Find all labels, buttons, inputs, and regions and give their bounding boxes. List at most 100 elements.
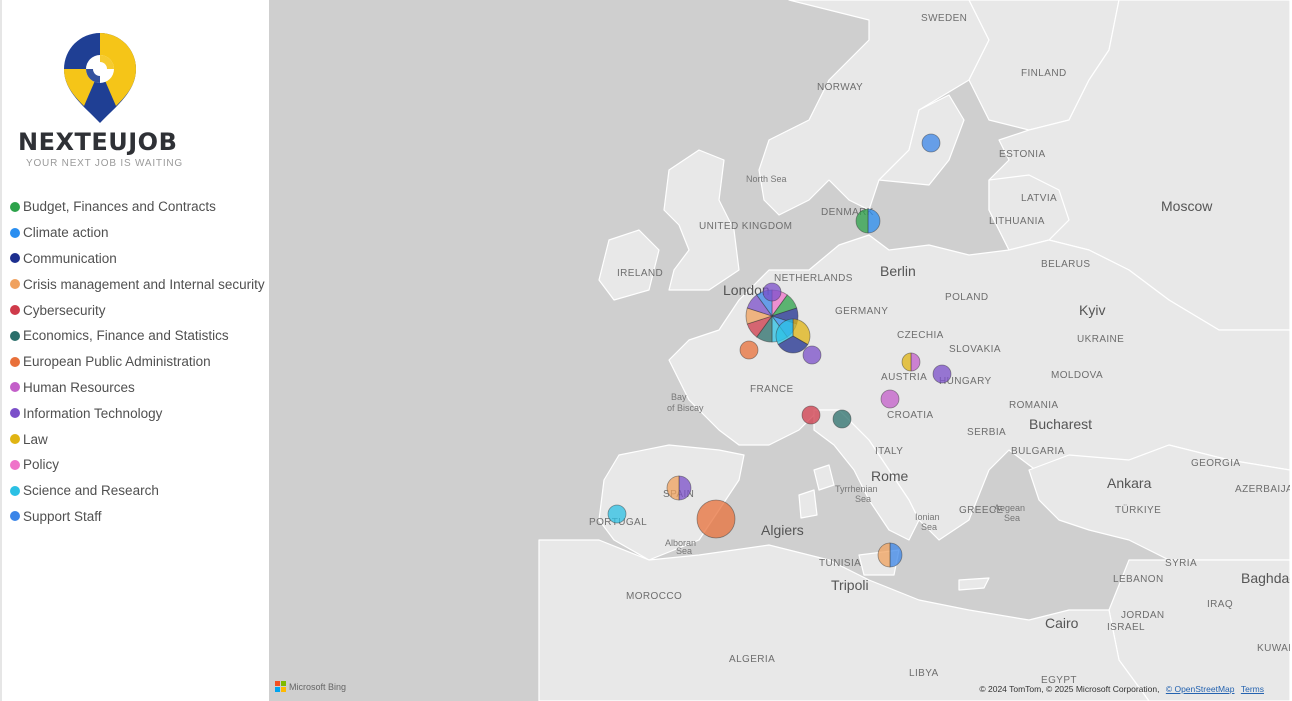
legend-dot-icon: [10, 356, 20, 367]
legend-item[interactable]: Cybersecurity: [10, 297, 265, 323]
marker-turin[interactable]: [801, 405, 821, 425]
legend-item[interactable]: Policy: [10, 452, 265, 478]
map-label-algiers: Algiers: [761, 522, 804, 538]
marker-ljubljana[interactable]: [880, 389, 900, 409]
legend-item[interactable]: Law: [10, 426, 265, 452]
legend-dot-icon: [10, 227, 20, 238]
legend-label: Budget, Finances and Contracts: [23, 199, 216, 215]
map-label-libya: LIBYA: [909, 668, 939, 679]
map-label-france: FRANCE: [750, 384, 794, 395]
marker-slice[interactable]: [607, 504, 627, 524]
marker-vienna[interactable]: [901, 352, 921, 372]
brand-tagline: YOUR NEXT JOB IS WAITING: [26, 158, 183, 169]
brand-name: NEXTEUJOB: [18, 128, 178, 156]
map-label-azerbaijan: AZERBAIJAN: [1235, 484, 1290, 495]
marker-amsterdam[interactable]: [762, 282, 782, 302]
marker-slice[interactable]: [921, 133, 941, 153]
legend-dot-icon: [10, 382, 20, 393]
legend-label: Communication: [23, 250, 117, 266]
marker-stockholm[interactable]: [921, 133, 941, 153]
marker-slice[interactable]: [801, 405, 821, 425]
map-label-morocco: MOROCCO: [626, 591, 682, 602]
map-label-norway: NORWAY: [817, 82, 863, 93]
map-label-biscay: of Biscay: [667, 403, 704, 413]
legend-item[interactable]: Climate action: [10, 220, 265, 246]
map-label-aegean2: Sea: [1004, 513, 1020, 523]
legend-item[interactable]: Economics, Finance and Statistics: [10, 323, 265, 349]
legend-label: Science and Research: [23, 483, 159, 499]
map-label-ireland: IRELAND: [617, 268, 663, 279]
legend-label: Support Staff: [23, 508, 102, 524]
map-label-israel: ISRAEL: [1107, 622, 1145, 633]
map-label-north-sea: North Sea: [746, 174, 787, 184]
map-label-croatia: CROATIA: [887, 410, 934, 421]
map-label-algeria: ALGERIA: [729, 654, 775, 665]
map-label-czechia: CZECHIA: [897, 330, 944, 341]
marker-luxembourg[interactable]: [775, 318, 811, 354]
map-view[interactable]: SWEDEN FINLAND NORWAY ESTONIA LATVIA LITHUANI…: [269, 0, 1290, 701]
map-canvas[interactable]: SWEDEN FINLAND NORWAY ESTONIA LATVIA LITHUANI…: [269, 0, 1290, 701]
map-label-netherlands: NETHERLANDS: [774, 273, 853, 284]
map-label-ankara: Ankara: [1107, 475, 1152, 491]
legend-dot-icon: [10, 408, 20, 419]
terms-link[interactable]: Terms: [1241, 684, 1264, 694]
map-label-rome: Rome: [871, 468, 909, 484]
map-label-tunisia: TUNISIA: [819, 558, 861, 569]
legend-item[interactable]: Communication: [10, 246, 265, 272]
map-label-alboran2: Sea: [676, 546, 692, 556]
legend-item[interactable]: Information Technology: [10, 400, 265, 426]
legend-dot-icon: [10, 485, 20, 496]
map-label-tyrrhenian: Tyrrhenian: [835, 484, 878, 494]
legend-item[interactable]: Budget, Finances and Contracts: [10, 194, 265, 220]
map-label-austria: AUSTRIA: [881, 372, 927, 383]
map-label-bay: Bay: [671, 392, 687, 402]
map-label-moscow: Moscow: [1161, 198, 1213, 214]
marker-slice[interactable]: [802, 345, 822, 365]
marker-slice[interactable]: [867, 208, 881, 234]
map-label-turkiye: TÜRKIYE: [1115, 504, 1161, 516]
legend-dot-icon: [10, 434, 20, 445]
marker-slice[interactable]: [880, 389, 900, 409]
legend-dot-icon: [10, 305, 20, 316]
marker-copenhagen[interactable]: [855, 208, 881, 234]
legend-dot-icon: [10, 279, 20, 290]
map-label-latvia: LATVIA: [1021, 193, 1057, 204]
openstreetmap-link[interactable]: © OpenStreetMap: [1166, 684, 1235, 694]
marker-slice[interactable]: [739, 340, 759, 360]
legend-item[interactable]: Support Staff: [10, 504, 265, 530]
category-legend: Budget, Finances and Contracts Climate ac…: [10, 194, 265, 529]
legend-dot-icon: [10, 511, 20, 522]
legend-dot-icon: [10, 330, 20, 341]
marker-budapest[interactable]: [932, 364, 952, 384]
marker-lisbon[interactable]: [607, 504, 627, 524]
map-label-ionian: Ionian: [915, 512, 940, 522]
marker-slice[interactable]: [762, 282, 782, 302]
marker-malta[interactable]: [877, 542, 903, 568]
bing-label: Microsoft Bing: [289, 681, 347, 692]
legend-label: Climate action: [23, 225, 109, 241]
map-label-tyrrhenian2: Sea: [855, 494, 871, 504]
legend-item[interactable]: Human Resources: [10, 375, 265, 401]
marker-strasbourg[interactable]: [802, 345, 822, 365]
map-label-tripoli: Tripoli: [831, 577, 869, 593]
marker-slice[interactable]: [696, 499, 736, 539]
legend-label: Economics, Finance and Statistics: [23, 328, 229, 344]
marker-slice[interactable]: [832, 409, 852, 429]
map-label-serbia: SERBIA: [967, 427, 1006, 438]
legend-label: Crisis management and Internal security: [23, 276, 265, 292]
marker-alicante[interactable]: [696, 499, 736, 539]
bing-attribution: Microsoft Bing: [275, 681, 346, 692]
legend-item[interactable]: Crisis management and Internal security: [10, 271, 265, 297]
marker-paris[interactable]: [739, 340, 759, 360]
legend-label: European Public Administration: [23, 354, 211, 370]
legend-item[interactable]: Science and Research: [10, 478, 265, 504]
map-label-sweden: SWEDEN: [921, 13, 967, 24]
marker-slice[interactable]: [889, 542, 903, 568]
marker-parma[interactable]: [832, 409, 852, 429]
marker-madrid[interactable]: [666, 475, 692, 501]
map-label-uk: UNITED KINGDOM: [699, 221, 792, 232]
legend-label: Law: [23, 431, 48, 447]
map-label-lebanon: LEBANON: [1113, 574, 1164, 585]
legend-item[interactable]: European Public Administration: [10, 349, 265, 375]
marker-slice[interactable]: [932, 364, 952, 384]
